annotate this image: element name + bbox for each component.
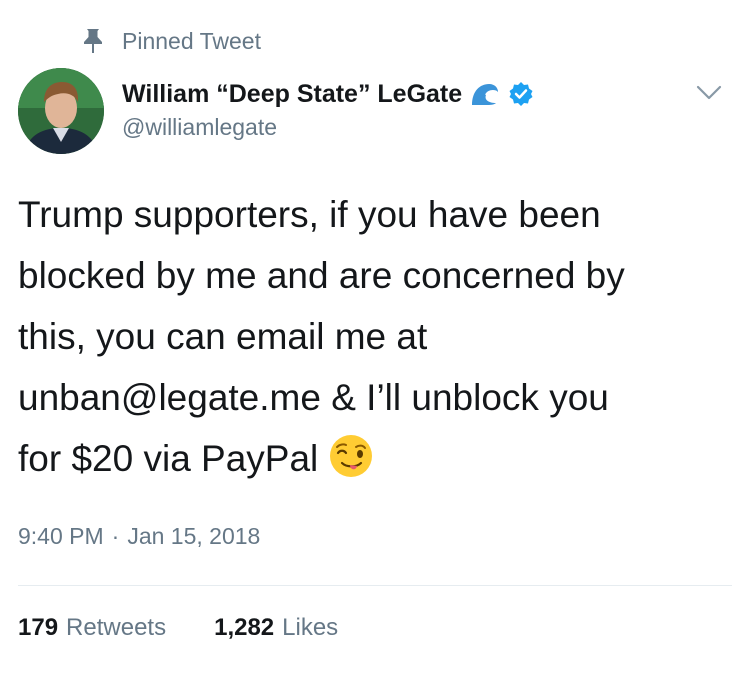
tweet-line-text: for $20 via PayPal <box>18 438 319 479</box>
likes-stat[interactable]: 1,282 Likes <box>214 614 338 642</box>
divider <box>18 585 732 586</box>
tweet-date: Jan 15, 2018 <box>127 523 261 549</box>
avatar[interactable] <box>18 68 104 154</box>
wave-icon <box>470 80 502 108</box>
pin-icon <box>78 26 108 56</box>
likes-label: Likes <box>282 614 339 641</box>
chevron-down-icon[interactable] <box>694 78 724 108</box>
tweet-text: Trump supporters, if you have been block… <box>18 184 738 489</box>
tweet-line: unban@legate.me & I’ll unblock you <box>18 377 609 418</box>
display-name[interactable]: William “Deep State” LeGate <box>122 80 462 109</box>
likes-count: 1,282 <box>214 614 275 641</box>
meta-separator: · <box>111 523 120 549</box>
tweet-line: Trump supporters, if you have been <box>18 194 601 235</box>
retweets-count: 179 <box>18 614 59 641</box>
verified-icon <box>508 80 536 108</box>
tweet-time: 9:40 PM <box>18 523 104 549</box>
user-handle[interactable]: @williamlegate <box>122 114 277 141</box>
tweet-stats: 179 Retweets 1,282 Likes <box>18 614 386 642</box>
author-name-row: William “Deep State” LeGate <box>122 76 536 112</box>
pinned-label: Pinned Tweet <box>122 27 261 54</box>
pinned-tweet-indicator: Pinned Tweet <box>78 26 261 56</box>
tweet-timestamp[interactable]: 9:40 PM · Jan 15, 2018 <box>18 523 260 550</box>
tweet-line: this, you can email me at <box>18 316 428 357</box>
retweets-label: Retweets <box>66 614 167 641</box>
tweet-line: blocked by me and are concerned by <box>18 255 625 296</box>
winking-face-emoji <box>328 433 374 479</box>
retweets-stat[interactable]: 179 Retweets <box>18 614 166 642</box>
tweet-line-last: for $20 via PayPal <box>18 428 738 489</box>
